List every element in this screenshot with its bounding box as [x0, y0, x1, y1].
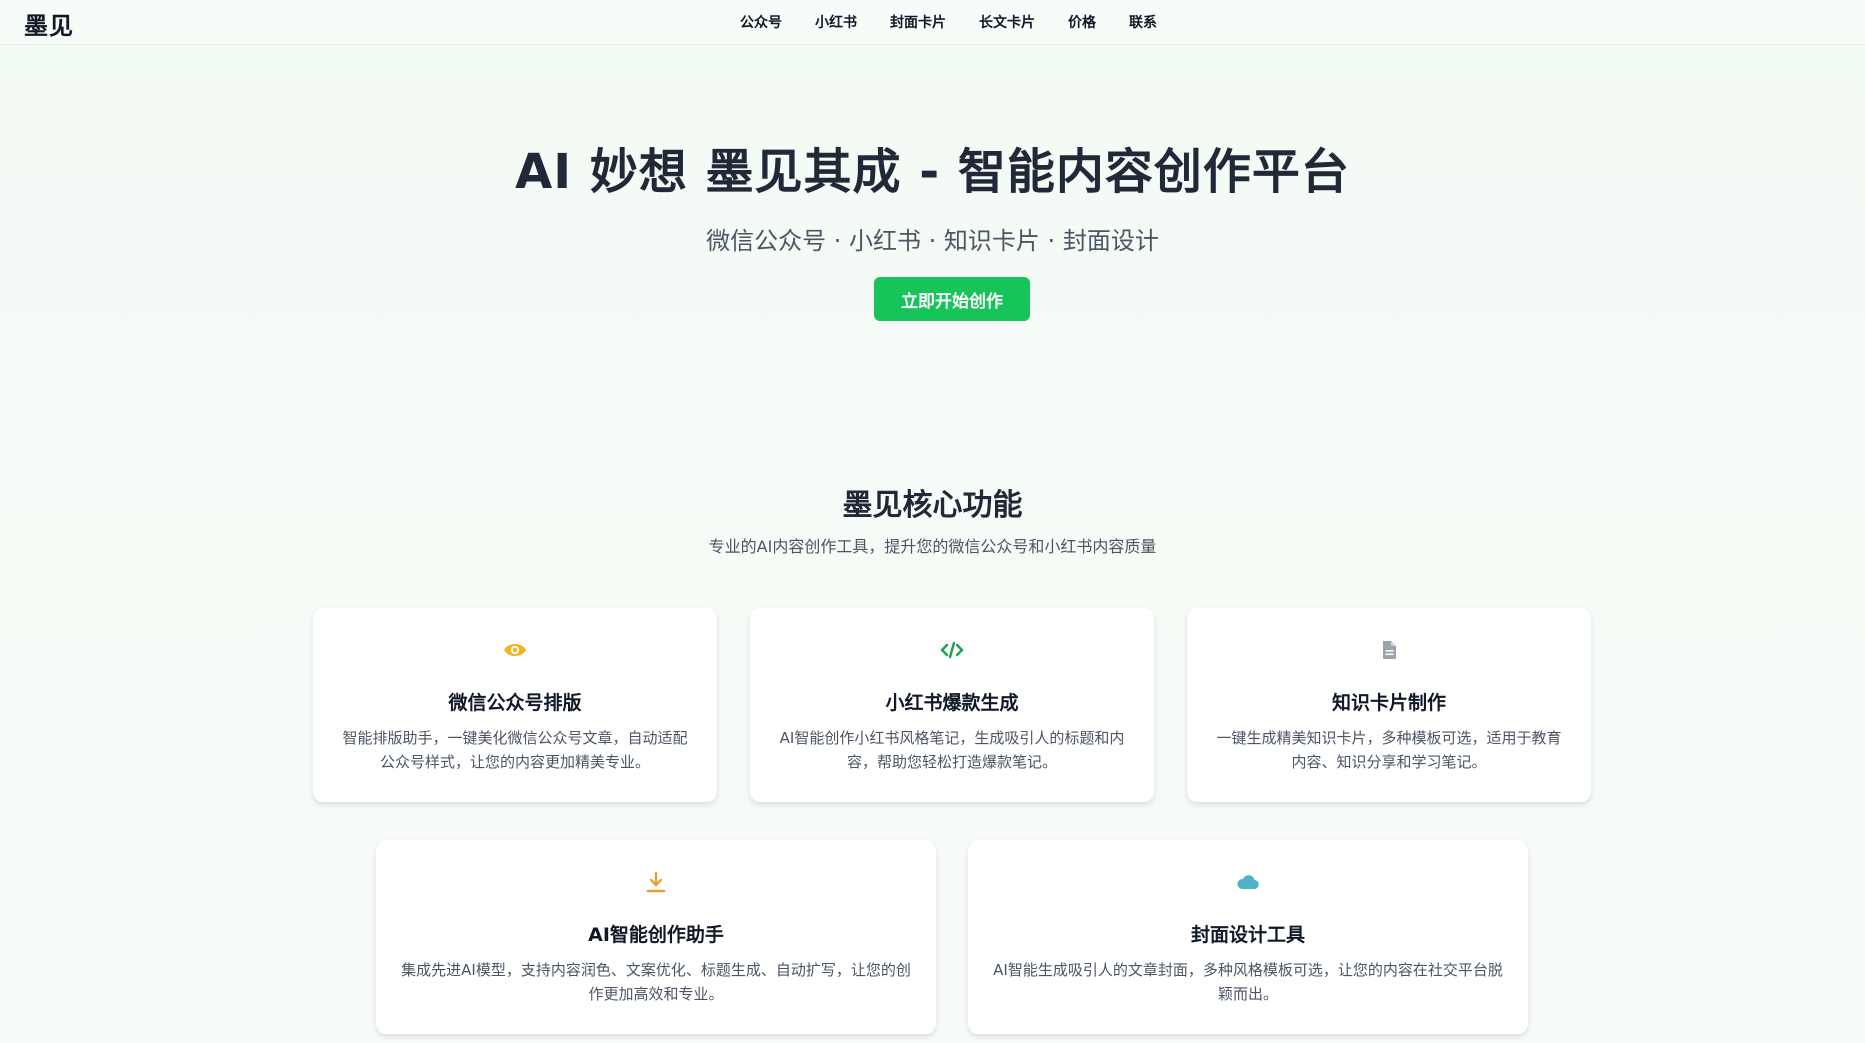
- feature-card-title: 知识卡片制作: [1331, 692, 1446, 714]
- feature-card-ai-assistant[interactable]: AI智能创作助手 集成先进AI模型，支持内容润色、文案优化、标题生成、自动扩写，…: [376, 840, 936, 1034]
- feature-card-xiaohongshu[interactable]: 小红书爆款生成 AI智能创作小红书风格笔记，生成吸引人的标题和内容，帮助您轻松打…: [750, 608, 1154, 802]
- cloud-icon: [968, 870, 1528, 894]
- start-creating-button[interactable]: 立即开始创作: [874, 277, 1030, 321]
- nav-links: 公众号 小红书 封面卡片 长文卡片 价格 联系: [740, 0, 1190, 44]
- feature-card-wechat-layout[interactable]: 微信公众号排版 智能排版助手，一键美化微信公众号文章，自动适配公众号样式，让您的…: [313, 608, 717, 802]
- feature-card-desc: 一键生成精美知识卡片，多种模板可选，适用于教育内容、知识分享和学习笔记。: [1216, 729, 1562, 771]
- hero-subtitle: 微信公众号 · 小红书 · 知识卡片 · 封面设计: [706, 227, 1159, 255]
- features-subtitle: 专业的AI内容创作工具，提升您的微信公众号和小红书内容质量: [708, 537, 1157, 556]
- feature-card-title: 微信公众号排版: [448, 692, 582, 714]
- feature-card-desc: 智能排版助手，一键美化微信公众号文章，自动适配公众号样式，让您的内容更加精美专业…: [342, 729, 688, 771]
- top-navbar: 墨见 公众号 小红书 封面卡片 长文卡片 价格 联系: [0, 0, 1865, 45]
- hero-title: AI 妙想 墨见其成 - 智能内容创作平台: [515, 144, 1350, 200]
- feature-card-cover-design[interactable]: 封面设计工具 AI智能生成吸引人的文章封面，多种风格模板可选，让您的内容在社交平…: [968, 840, 1528, 1034]
- download-icon: [376, 870, 936, 894]
- feature-card-desc: AI智能创作小红书风格笔记，生成吸引人的标题和内容，帮助您轻松打造爆款笔记。: [779, 729, 1125, 771]
- feature-card-desc: AI智能生成吸引人的文章封面，多种风格模板可选，让您的内容在社交平台脱颖而出。: [993, 961, 1503, 1003]
- code-icon: [750, 638, 1154, 662]
- nav-link-xiaohongshu[interactable]: 小红书: [815, 12, 857, 32]
- feature-card-title: 封面设计工具: [1190, 924, 1305, 946]
- nav-link-cover-card[interactable]: 封面卡片: [890, 12, 946, 32]
- nav-link-contact[interactable]: 联系: [1129, 12, 1157, 32]
- feature-card-title: 小红书爆款生成: [885, 692, 1019, 714]
- feature-card-desc: 集成先进AI模型，支持内容润色、文案优化、标题生成、自动扩写，让您的创作更加高效…: [401, 961, 911, 1003]
- document-icon: [1187, 638, 1591, 662]
- features-title: 墨见核心功能: [842, 488, 1023, 523]
- logo[interactable]: 墨见: [24, 6, 74, 41]
- nav-link-long-card[interactable]: 长文卡片: [979, 12, 1035, 32]
- feature-card-knowledge[interactable]: 知识卡片制作 一键生成精美知识卡片，多种模板可选，适用于教育内容、知识分享和学习…: [1187, 608, 1591, 802]
- feature-card-title: AI智能创作助手: [588, 924, 724, 946]
- nav-link-pricing[interactable]: 价格: [1068, 12, 1096, 32]
- nav-link-gongzhonghao[interactable]: 公众号: [740, 12, 782, 32]
- eye-icon: [313, 638, 717, 662]
